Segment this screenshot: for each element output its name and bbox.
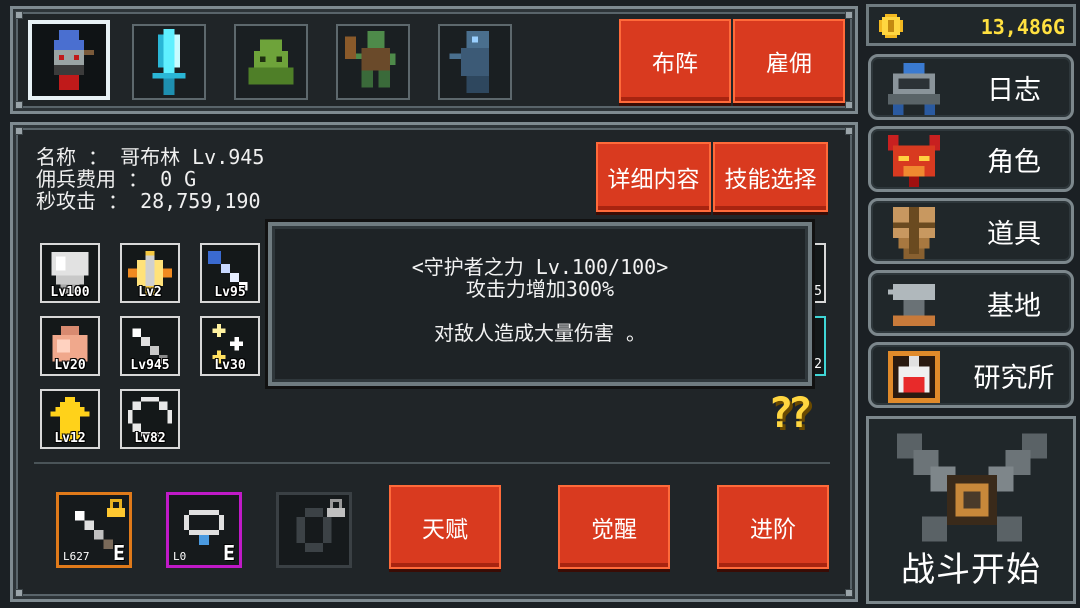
skill-slot[interactable]: Lv100 bbox=[40, 243, 100, 303]
slime-icon bbox=[248, 39, 294, 85]
battle-start-button[interactable]: 战斗开始 bbox=[866, 416, 1076, 604]
weapon-slot[interactable]: L627 E bbox=[56, 492, 132, 568]
equip-level: L0 bbox=[173, 550, 187, 563]
skill-slot[interactable]: Lv30 bbox=[200, 316, 260, 376]
skill-slot[interactable]: Lv12 bbox=[40, 389, 100, 449]
skill-select-button[interactable]: 技能选择 bbox=[713, 142, 828, 212]
rivet bbox=[845, 101, 853, 109]
ghost-icon bbox=[449, 31, 490, 93]
orc-icon bbox=[344, 31, 396, 88]
equip-level: L627 bbox=[63, 550, 90, 563]
skill-slot[interactable]: Lv82 bbox=[120, 389, 180, 449]
skill-level: Lv100 bbox=[50, 285, 90, 300]
rivet bbox=[845, 589, 853, 597]
orc-club-portrait[interactable] bbox=[336, 24, 410, 100]
skill-tooltip: <守护者之力 Lv.100/100> 攻击力增加300% 对敌人造成大量伤害 。 bbox=[268, 222, 812, 386]
sidebar-item-label: 角色 bbox=[987, 146, 1041, 178]
lock-icon bbox=[327, 499, 345, 517]
crystal-sword-portrait[interactable] bbox=[132, 24, 206, 100]
skill-level: Lv12 bbox=[54, 431, 86, 446]
advance-button[interactable]: 进阶 bbox=[717, 485, 829, 569]
damage-per-second: 秒攻击 ： 28,759,190 bbox=[36, 189, 261, 213]
sidebar-item-label: 研究所 bbox=[973, 362, 1055, 394]
rivet bbox=[15, 127, 23, 135]
cart-icon bbox=[888, 63, 940, 115]
skill-level: Lv95 bbox=[214, 285, 246, 300]
equipped-tag: E bbox=[112, 541, 125, 565]
divider bbox=[34, 462, 830, 464]
green-slime-portrait[interactable] bbox=[234, 24, 308, 100]
awaken-button[interactable]: 觉醒 bbox=[558, 485, 670, 569]
tooltip-effect: 攻击力增加300% bbox=[465, 277, 615, 301]
potion-icon bbox=[888, 351, 940, 403]
rivet bbox=[845, 11, 853, 19]
rivet bbox=[15, 101, 23, 109]
skill-slot[interactable]: Lv95 bbox=[200, 243, 260, 303]
crystal-sword-icon bbox=[152, 29, 186, 95]
currency-bar: 13,486G bbox=[866, 4, 1076, 46]
tooltip-description: 对敌人造成大量伤害 。 bbox=[433, 321, 647, 345]
skill-level: Lv30 bbox=[214, 358, 246, 373]
sidebar-item-label: 基地 bbox=[987, 290, 1041, 322]
goblin-portrait[interactable] bbox=[28, 20, 110, 100]
necklace-slot[interactable]: L0 E bbox=[166, 492, 242, 568]
hire-button[interactable]: 雇佣 bbox=[733, 19, 845, 103]
demon-mask-icon bbox=[888, 135, 940, 187]
log-button[interactable]: 日志 bbox=[868, 54, 1074, 120]
formation-button[interactable]: 布阵 bbox=[619, 19, 731, 103]
tooltip-title: <守护者之力 Lv.100/100> bbox=[411, 255, 669, 279]
base-button[interactable]: 基地 bbox=[868, 270, 1074, 336]
gold-coin-icon bbox=[879, 14, 903, 38]
character-button[interactable]: 角色 bbox=[868, 126, 1074, 192]
skill-level: Lv82 bbox=[134, 431, 166, 446]
item-button[interactable]: 道具 bbox=[868, 198, 1074, 264]
skill-slot[interactable]: Lv2 bbox=[120, 243, 180, 303]
necklace-equip-icon bbox=[184, 510, 224, 545]
equipped-tag: E bbox=[222, 541, 235, 565]
skill-level-partial: 2 bbox=[814, 357, 822, 372]
sidebar-item-label: 道具 bbox=[987, 218, 1041, 250]
sidebar-item-label: 日志 bbox=[987, 74, 1041, 106]
rivet bbox=[15, 11, 23, 19]
talent-button[interactable]: 天赋 bbox=[389, 485, 501, 569]
skill-level: Lv945 bbox=[130, 358, 170, 373]
skill-slot[interactable]: Lv945 bbox=[120, 316, 180, 376]
skill-level-partial: 5 bbox=[814, 284, 822, 299]
unit-name: 名称 ： 哥布林 Lv.945 bbox=[36, 145, 265, 169]
ghost-portrait[interactable] bbox=[438, 24, 512, 100]
help-question-icon[interactable]: ?? bbox=[768, 388, 813, 437]
hire-cost: 佣兵费用 ： 0 G bbox=[36, 167, 197, 191]
skill-level: Lv20 bbox=[54, 358, 86, 373]
battle-start-label: 战斗开始 bbox=[901, 550, 1041, 590]
ring-slot[interactable] bbox=[276, 492, 352, 568]
skill-slot[interactable]: Lv20 bbox=[40, 316, 100, 376]
rivet bbox=[845, 127, 853, 135]
lock-icon bbox=[107, 499, 125, 517]
shield-item-icon bbox=[893, 207, 935, 259]
details-button[interactable]: 详细内容 bbox=[596, 142, 711, 212]
research-button[interactable]: 研究所 bbox=[868, 342, 1074, 408]
gold-amount: 13,486G bbox=[980, 15, 1065, 39]
goblin-icon bbox=[54, 30, 94, 90]
anvil-icon bbox=[888, 284, 935, 326]
rivet bbox=[15, 589, 23, 597]
skill-level: Lv2 bbox=[138, 285, 162, 300]
